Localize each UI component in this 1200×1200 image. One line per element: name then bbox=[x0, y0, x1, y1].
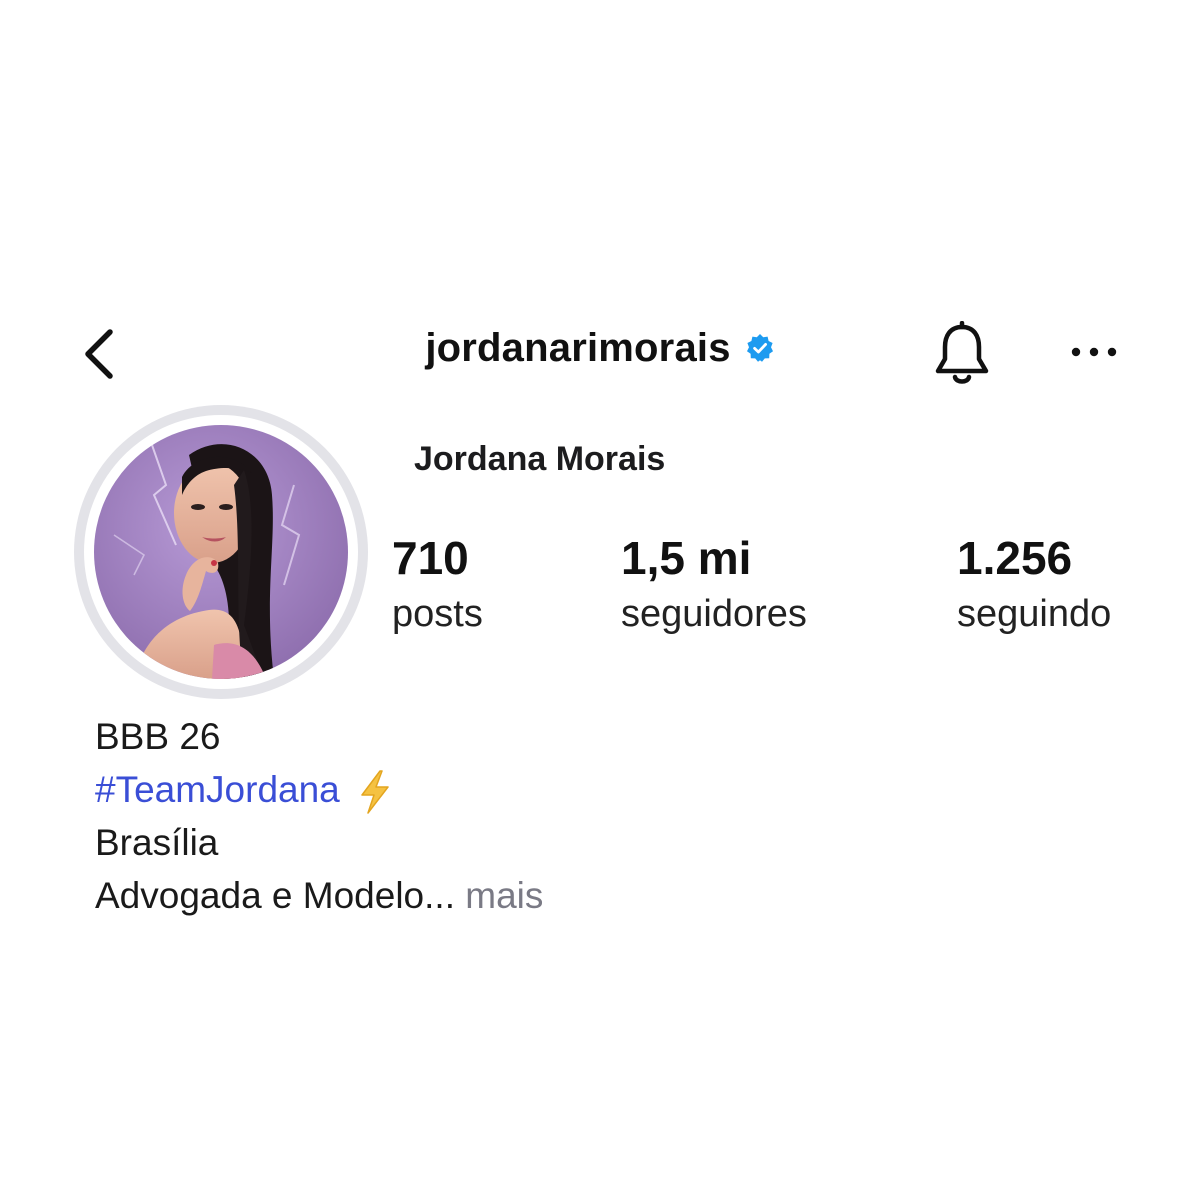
notifications-button[interactable] bbox=[928, 318, 996, 390]
bio-line: BBB 26 bbox=[95, 716, 221, 757]
username: jordanarimorais bbox=[425, 325, 731, 370]
bio-description-line: Advogada e Modelo... mais bbox=[95, 869, 543, 922]
avatar[interactable] bbox=[74, 405, 368, 699]
more-horizontal-icon bbox=[1071, 347, 1117, 357]
back-button[interactable] bbox=[70, 322, 126, 386]
bio-hashtag-line: #TeamJordana bbox=[95, 763, 543, 816]
stat-following-value: 1.256 bbox=[957, 532, 1073, 584]
stat-following[interactable]: 1.256 seguindo bbox=[957, 528, 1111, 640]
bell-icon bbox=[935, 321, 989, 384]
stat-followers-value: 1,5 mi bbox=[621, 532, 752, 584]
header-title: jordanarimorais bbox=[300, 318, 900, 378]
more-options-button[interactable] bbox=[1064, 330, 1124, 374]
verified-badge-icon bbox=[745, 333, 775, 363]
bio-more-link[interactable]: mais bbox=[465, 875, 543, 916]
lightning-bolt-icon bbox=[354, 769, 394, 815]
stat-posts-label: posts bbox=[392, 593, 483, 635]
display-name: Jordana Morais bbox=[414, 440, 666, 478]
stat-posts-value: 710 bbox=[392, 532, 469, 584]
bio-location: Brasília bbox=[95, 822, 219, 863]
stat-followers-label: seguidores bbox=[621, 593, 807, 635]
chevron-left-icon bbox=[85, 329, 113, 379]
avatar-border bbox=[84, 415, 358, 689]
hashtag-link[interactable]: #TeamJordana bbox=[95, 769, 340, 810]
bio: BBB 26 #TeamJordana Brasília Advogada e … bbox=[95, 710, 543, 922]
profile-photo bbox=[94, 425, 348, 679]
stat-following-label: seguindo bbox=[957, 593, 1112, 635]
stat-posts[interactable]: 710 posts bbox=[392, 528, 483, 640]
bio-description: Advogada e Modelo... bbox=[95, 875, 455, 916]
stat-followers[interactable]: 1,5 mi seguidores bbox=[621, 528, 807, 640]
